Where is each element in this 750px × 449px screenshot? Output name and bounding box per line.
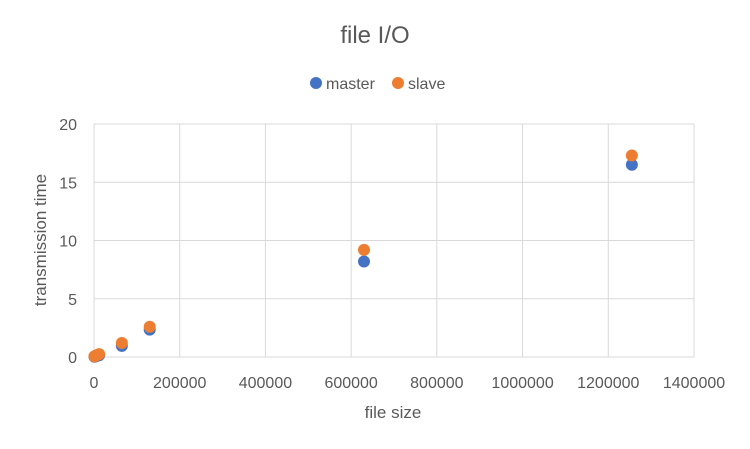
legend-label-slave: slave	[408, 76, 445, 93]
x-tick-label: 200000	[153, 375, 206, 392]
x-tick-labels: 0 200000 400000 600000 800000 1000000 1200000 1…	[90, 375, 726, 392]
gridlines	[93, 123, 695, 358]
x-tick-label: 400000	[239, 375, 292, 392]
data-point-slave	[625, 149, 638, 162]
x-tick-label: 1400000	[663, 375, 725, 392]
y-tick-label: 0	[68, 350, 77, 367]
x-tick-label: 0	[90, 375, 99, 392]
scatter-chart-svg: file I/O master slave 0 200000 400000 60000…	[31, 22, 726, 422]
x-tick-label: 600000	[324, 375, 377, 392]
chart: file I/O master slave 0 200000 400000 60000…	[0, 0, 750, 449]
x-tick-label: 800000	[410, 375, 463, 392]
legend: master slave	[310, 76, 445, 93]
data-point-slave	[115, 337, 128, 350]
x-axis-title: file size	[365, 403, 422, 422]
x-tick-label: 1000000	[491, 375, 553, 392]
legend-marker-master	[310, 77, 322, 89]
data-point-slave	[93, 348, 106, 361]
y-tick-label: 20	[59, 117, 77, 134]
legend-label-master: master	[326, 76, 376, 93]
y-axis-title: transmission time	[31, 174, 50, 306]
y-tick-label: 5	[68, 292, 77, 309]
data-point-master	[358, 255, 370, 268]
data-points	[88, 149, 638, 363]
y-tick-label: 10	[59, 234, 77, 251]
legend-marker-slave	[392, 77, 404, 89]
chart-title: file I/O	[340, 22, 409, 49]
data-point-slave	[358, 243, 370, 256]
y-tick-label: 15	[59, 175, 77, 192]
data-point-slave	[143, 320, 156, 333]
y-tick-labels: 0 5 10 15 20	[59, 117, 77, 367]
x-tick-label: 1200000	[577, 375, 639, 392]
